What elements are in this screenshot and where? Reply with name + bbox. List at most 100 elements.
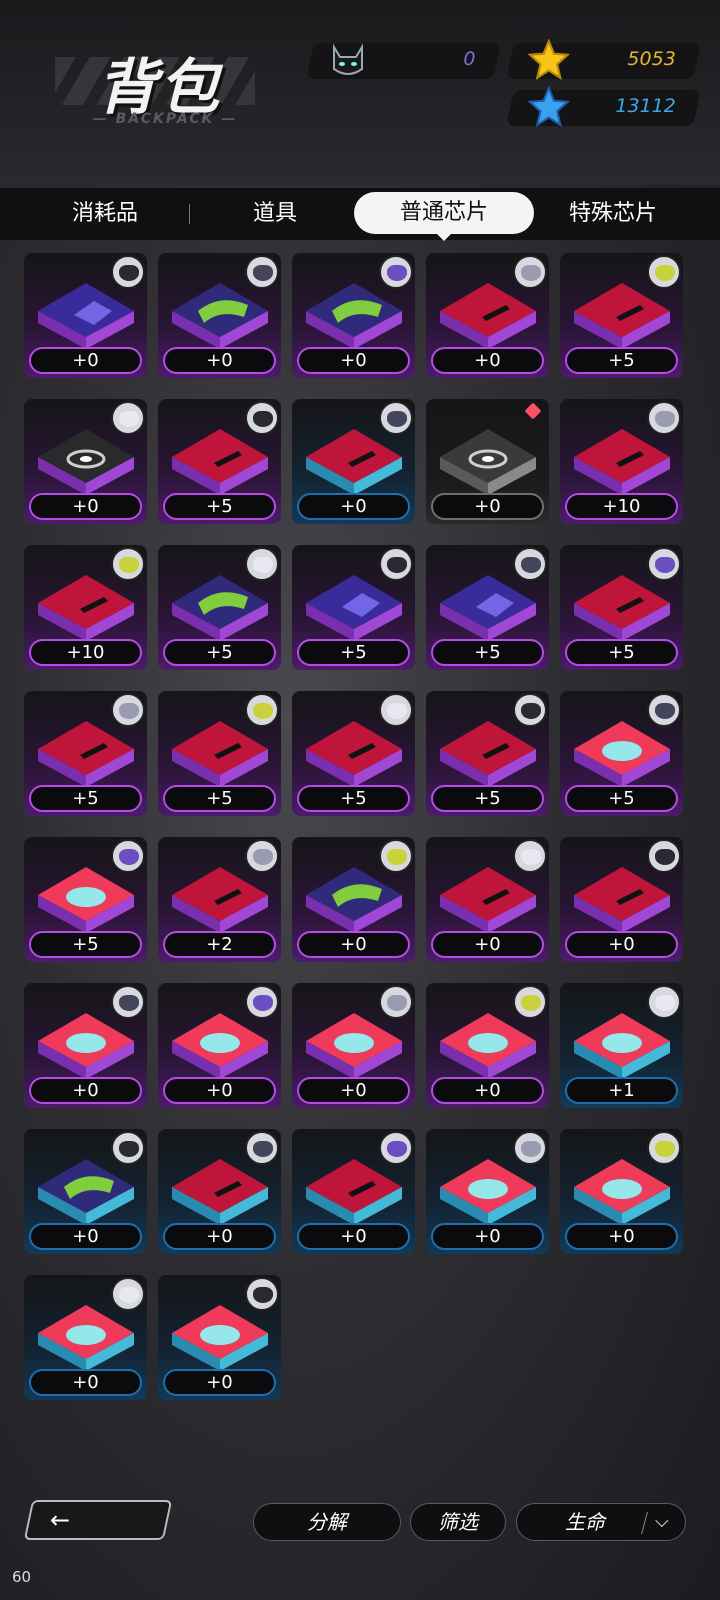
chip-level: +0 (29, 1223, 142, 1250)
chip-level: +0 (431, 1077, 544, 1104)
character-avatar (379, 985, 413, 1019)
character-avatar (513, 985, 547, 1019)
chip-level: +5 (163, 785, 276, 812)
chip-card[interactable]: +0 (426, 983, 549, 1108)
chip-card[interactable]: +5 (426, 545, 549, 670)
chip-level: +0 (163, 347, 276, 374)
chip-card[interactable]: +0 (292, 837, 415, 962)
character-avatar (245, 693, 279, 727)
chip-card[interactable]: +0 (292, 983, 415, 1108)
chip-card[interactable]: +5 (24, 837, 147, 962)
chip-level: +5 (29, 785, 142, 812)
character-avatar (647, 1131, 681, 1165)
tab-consumables[interactable]: 消耗品 (30, 188, 180, 240)
chip-card[interactable]: +0 (292, 399, 415, 524)
cat-token-value: 0 (463, 48, 476, 70)
cat-token-icon (328, 39, 368, 83)
chip-card[interactable]: +0 (560, 837, 683, 962)
chip-card[interactable]: +0 (426, 253, 549, 378)
chip-card[interactable]: +5 (426, 691, 549, 816)
gold-star-value: 5053 (627, 48, 676, 70)
chip-card[interactable]: +10 (560, 399, 683, 524)
chip-level: +0 (163, 1077, 276, 1104)
blue-star-value: 13112 (614, 95, 676, 117)
chip-card[interactable]: +0 (158, 1275, 281, 1400)
chip-card[interactable]: +5 (560, 545, 683, 670)
character-avatar (245, 1277, 279, 1311)
chip-level: +5 (297, 639, 410, 666)
tab-special-chips[interactable]: 特殊芯片 (538, 188, 688, 240)
title-block: 背包 — BACKPACK — (55, 35, 275, 135)
filter-button[interactable]: 筛选 (410, 1503, 506, 1541)
chip-card[interactable]: +5 (158, 691, 281, 816)
chip-card[interactable]: +0 (426, 1129, 549, 1254)
character-avatar (379, 1131, 413, 1165)
chip-card[interactable]: +0 (24, 253, 147, 378)
chip-level: +5 (565, 639, 678, 666)
chip-card[interactable]: +0 (24, 1129, 147, 1254)
chip-card[interactable]: +0 (24, 1275, 147, 1400)
chip-card[interactable]: +0 (24, 983, 147, 1108)
chip-level: +10 (29, 639, 142, 666)
chip-level: +10 (565, 493, 678, 520)
chip-card[interactable]: +0 (426, 837, 549, 962)
chip-card[interactable]: +2 (158, 837, 281, 962)
chip-card[interactable]: +5 (24, 691, 147, 816)
character-avatar (379, 693, 413, 727)
chip-level: +0 (431, 1223, 544, 1250)
character-avatar (111, 1131, 145, 1165)
character-avatar (647, 839, 681, 873)
character-avatar (513, 1131, 547, 1165)
chip-card[interactable]: +0 (426, 399, 549, 524)
chip-card[interactable]: +5 (292, 691, 415, 816)
chip-level: +5 (565, 347, 678, 374)
character-avatar (513, 547, 547, 581)
chip-card[interactable]: +5 (158, 545, 281, 670)
chip-level: +0 (431, 931, 544, 958)
chip-level: +0 (297, 347, 410, 374)
chip-card[interactable]: +10 (24, 545, 147, 670)
character-avatar (647, 693, 681, 727)
chip-card[interactable]: +5 (292, 545, 415, 670)
chip-card[interactable]: +5 (560, 691, 683, 816)
decompose-button[interactable]: 分解 (253, 1503, 401, 1541)
active-tab-caret (436, 233, 452, 241)
chip-card[interactable]: +1 (560, 983, 683, 1108)
character-avatar (111, 985, 145, 1019)
chip-card[interactable]: +5 (158, 399, 281, 524)
chip-level: +0 (431, 493, 544, 520)
cat-token-counter: 0 (306, 43, 501, 79)
header: 背包 — BACKPACK — 0 5053 13112 (0, 0, 720, 185)
character-avatar (379, 547, 413, 581)
chip-card[interactable]: +5 (560, 253, 683, 378)
character-avatar (111, 255, 145, 289)
chip-level: +0 (29, 1369, 142, 1396)
character-avatar (245, 1131, 279, 1165)
sort-label: 生命 (565, 1510, 605, 1534)
chip-level: +1 (565, 1077, 678, 1104)
chip-card[interactable]: +0 (560, 1129, 683, 1254)
chevron-down-icon[interactable]: ⌵ (655, 1504, 669, 1540)
chip-level: +5 (431, 639, 544, 666)
character-avatar (245, 401, 279, 435)
chip-card[interactable]: +0 (158, 253, 281, 378)
chip-card[interactable]: +0 (158, 983, 281, 1108)
chip-card[interactable]: +0 (292, 253, 415, 378)
tab-normal-chips[interactable]: 普通芯片 (354, 192, 534, 234)
sort-select[interactable]: 生命 ⌵ (516, 1503, 686, 1541)
gold-star-icon (527, 38, 571, 85)
character-avatar (111, 401, 145, 435)
chip-level: +5 (431, 785, 544, 812)
chip-level: +5 (163, 639, 276, 666)
tab-items[interactable]: 道具 (200, 188, 350, 240)
character-avatar (647, 985, 681, 1019)
chip-card[interactable]: +0 (292, 1129, 415, 1254)
blue-star-counter: 13112 (506, 85, 701, 128)
character-avatar (111, 1277, 145, 1311)
character-avatar (111, 839, 145, 873)
chip-card[interactable]: +0 (158, 1129, 281, 1254)
back-button[interactable]: ← (23, 1500, 173, 1540)
chip-card[interactable]: +0 (24, 399, 147, 524)
character-avatar (513, 255, 547, 289)
chip-level: +0 (431, 347, 544, 374)
